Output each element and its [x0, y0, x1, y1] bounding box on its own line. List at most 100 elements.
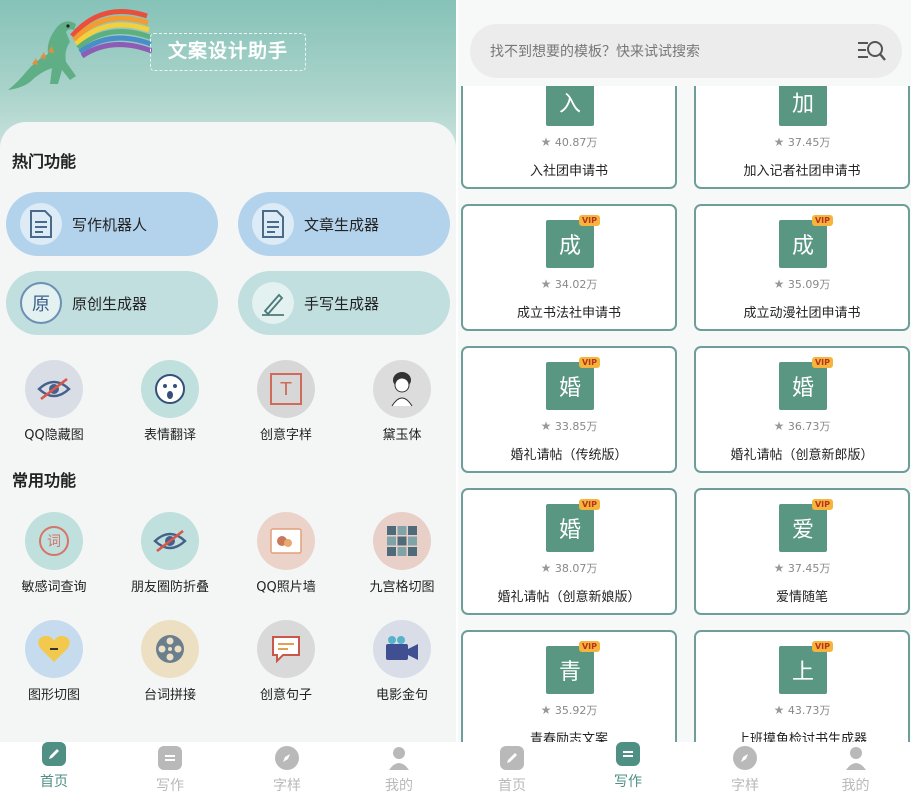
dinosaur-rainbow-icon	[8, 9, 152, 90]
star-icon: ★	[773, 419, 785, 433]
word-search-icon: 词	[25, 512, 83, 570]
list-search-icon[interactable]	[856, 38, 886, 64]
template-rating: ★ 33.85万	[540, 419, 598, 433]
film-reel-icon	[141, 620, 199, 678]
vip-badge: VIP	[811, 215, 833, 226]
template-name: 婚礼请帖（传统版）	[510, 448, 628, 463]
feature-moments-anti-fold[interactable]: 朋友圈防折叠	[120, 512, 220, 595]
template-name: 入社团申请书	[529, 164, 608, 179]
template-tile: 青 VIP	[546, 641, 600, 694]
eye-slash-icon	[141, 512, 199, 570]
template-tile: 加	[779, 86, 827, 126]
lady-portrait-icon	[373, 360, 431, 418]
template-card[interactable]: 上 VIP ★ 43.73万 上班摸鱼检讨书生成器	[694, 630, 910, 742]
emoji-face-icon	[141, 360, 199, 418]
pen-icon	[252, 282, 294, 324]
writing-icon	[158, 746, 182, 770]
feature-nine-grid-cut[interactable]: 九宫格切图	[352, 512, 452, 595]
pill-label: 文章生成器	[304, 215, 380, 234]
feature-movie-quotes[interactable]: 电影金句	[352, 620, 452, 703]
app-title: 文案设计助手	[150, 33, 306, 71]
nav-tab-fonts[interactable]: 字样	[232, 742, 342, 795]
movie-camera-icon	[373, 620, 431, 678]
pill-original-generator[interactable]: 原 原创生成器	[6, 271, 218, 335]
template-name: 婚礼请帖（创意新郎版）	[730, 448, 874, 463]
template-grid: 入 ★ 40.87万 入社团申请书 加 ★ 37.45万 加入记者社团申请书 成…	[458, 86, 911, 742]
nav-tab-writing[interactable]: 写作	[566, 742, 690, 795]
template-rating: ★ 37.45万	[773, 135, 831, 149]
bottom-nav: 首页 写作 字样 我的	[0, 742, 456, 795]
writing-screen: 找不到想要的模板？快来试试搜索 入 ★ 40.87万 入社团申请书 加 ★ 37…	[458, 0, 911, 795]
feature-qq-hidden-image[interactable]: QQ隐藏图	[4, 360, 104, 443]
text-frame-icon: T	[257, 360, 315, 418]
nav-tab-me[interactable]: 我的	[800, 742, 911, 795]
template-card[interactable]: 婚 VIP ★ 38.07万 婚礼请帖（创意新娘版）	[461, 488, 677, 615]
vip-badge: VIP	[578, 215, 600, 226]
feature-qq-photo-wall[interactable]: QQ照片墙	[236, 512, 336, 595]
feature-emoji-translate[interactable]: 表情翻译	[120, 360, 220, 443]
pill-article-generator[interactable]: 文章生成器	[238, 192, 450, 256]
template-tile: 成 VIP	[779, 215, 833, 268]
template-card[interactable]: 入 ★ 40.87万 入社团申请书	[461, 86, 677, 189]
template-card[interactable]: 婚 VIP ★ 36.73万 婚礼请帖（创意新郎版）	[694, 346, 910, 473]
template-rating: ★ 35.09万	[773, 277, 831, 291]
photo-wall-icon	[257, 512, 315, 570]
vip-badge: VIP	[811, 499, 833, 510]
template-name: 爱情随笔	[775, 590, 828, 605]
feature-creative-sentence[interactable]: 创意句子	[236, 620, 336, 703]
template-rating: ★ 40.87万	[540, 135, 598, 149]
feature-daiyu-font[interactable]: 黛玉体	[352, 360, 452, 443]
star-icon: ★	[773, 277, 785, 291]
nav-tab-me[interactable]: 我的	[342, 742, 456, 795]
template-card[interactable]: 成 VIP ★ 35.09万 成立动漫社团申请书	[694, 204, 910, 331]
user-icon	[844, 746, 868, 770]
nav-tab-writing[interactable]: 写作	[108, 742, 232, 795]
star-icon: ★	[540, 277, 552, 291]
writing-icon	[616, 742, 640, 766]
template-name: 婚礼请帖（创意新娘版）	[497, 590, 641, 605]
star-icon: ★	[540, 135, 552, 149]
heart-shape-icon	[25, 620, 83, 678]
template-card[interactable]: 成 VIP ★ 34.02万 成立书法社申请书	[461, 204, 677, 331]
pill-handwriting-generator[interactable]: 手写生成器	[238, 271, 450, 335]
home-screen: 文案设计助手 热门功能 写作机器人 文章生成器 原 原创生成器 手写生成器 QQ…	[0, 0, 456, 795]
feature-sensitive-word[interactable]: 词 敏感词查询	[4, 512, 104, 595]
nav-tab-home[interactable]: 首页	[458, 742, 566, 795]
template-tile: 成 VIP	[546, 215, 600, 268]
hot-features-title: 热门功能	[12, 152, 77, 171]
star-icon: ★	[773, 135, 785, 149]
search-input[interactable]: 找不到想要的模板？快来试试搜索	[490, 41, 856, 61]
template-tile: 入	[546, 86, 594, 126]
document-icon	[20, 203, 62, 245]
feature-line-splice[interactable]: 台词拼接	[120, 620, 220, 703]
template-rating: ★ 34.02万	[540, 277, 598, 291]
template-card[interactable]: 爱 VIP ★ 37.45万 爱情随笔	[694, 488, 910, 615]
template-name: 加入记者社团申请书	[743, 164, 861, 179]
template-card[interactable]: 加 ★ 37.45万 加入记者社团申请书	[694, 86, 910, 189]
star-icon: ★	[540, 561, 552, 575]
vip-badge: VIP	[578, 499, 600, 510]
star-icon: ★	[540, 703, 552, 717]
template-name: 上班摸鱼检讨书生成器	[736, 732, 867, 742]
template-tile: 婚 VIP	[779, 357, 833, 410]
user-icon	[387, 746, 411, 770]
template-name: 成立动漫社团申请书	[743, 306, 861, 321]
feature-shape-cut[interactable]: 图形切图	[4, 620, 104, 703]
nav-tab-fonts[interactable]: 字样	[690, 742, 800, 795]
template-card[interactable]: 婚 VIP ★ 33.85万 婚礼请帖（传统版）	[461, 346, 677, 473]
compass-icon	[733, 746, 757, 770]
nav-tab-home[interactable]: 首页	[0, 742, 108, 795]
pill-label: 手写生成器	[304, 294, 380, 313]
template-card[interactable]: 青 VIP ★ 35.92万 青春励志文案	[461, 630, 677, 742]
feature-creative-text[interactable]: T 创意字样	[236, 360, 336, 443]
original-badge-icon: 原	[20, 282, 62, 324]
star-icon: ★	[540, 419, 552, 433]
pill-writing-robot[interactable]: 写作机器人	[6, 192, 218, 256]
template-tile: 婚 VIP	[546, 357, 600, 410]
template-rating: ★ 43.73万	[773, 703, 831, 717]
star-icon: ★	[773, 703, 785, 717]
template-rating: ★ 37.45万	[773, 561, 831, 575]
search-bar[interactable]: 找不到想要的模板？快来试试搜索	[470, 24, 902, 78]
chat-bubble-icon	[257, 620, 315, 678]
star-icon: ★	[773, 561, 785, 575]
